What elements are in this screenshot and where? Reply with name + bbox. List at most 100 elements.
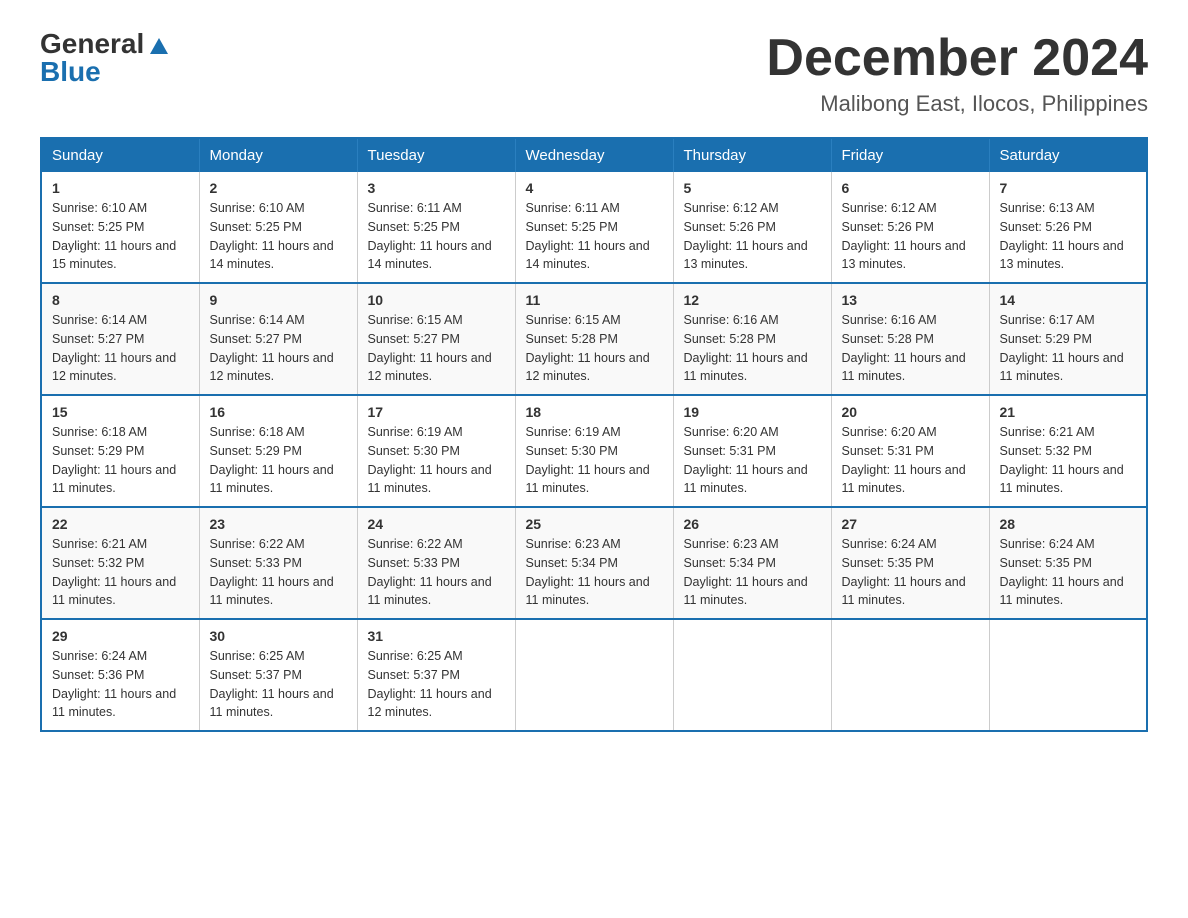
header-thursday: Thursday xyxy=(673,138,831,172)
day-number: 19 xyxy=(684,404,821,420)
day-info: Sunrise: 6:19 AMSunset: 5:30 PMDaylight:… xyxy=(368,425,492,495)
day-number: 30 xyxy=(210,628,347,644)
header-friday: Friday xyxy=(831,138,989,172)
day-info: Sunrise: 6:21 AMSunset: 5:32 PMDaylight:… xyxy=(1000,425,1124,495)
calendar-week-row: 22 Sunrise: 6:21 AMSunset: 5:32 PMDaylig… xyxy=(41,507,1147,619)
logo: General Blue xyxy=(40,30,168,86)
day-info: Sunrise: 6:12 AMSunset: 5:26 PMDaylight:… xyxy=(842,201,966,271)
header-monday: Monday xyxy=(199,138,357,172)
day-number: 23 xyxy=(210,516,347,532)
calendar-cell: 20 Sunrise: 6:20 AMSunset: 5:31 PMDaylig… xyxy=(831,395,989,507)
calendar-cell: 17 Sunrise: 6:19 AMSunset: 5:30 PMDaylig… xyxy=(357,395,515,507)
calendar-cell xyxy=(515,619,673,731)
calendar-cell: 21 Sunrise: 6:21 AMSunset: 5:32 PMDaylig… xyxy=(989,395,1147,507)
day-number: 21 xyxy=(1000,404,1137,420)
day-info: Sunrise: 6:24 AMSunset: 5:36 PMDaylight:… xyxy=(52,649,176,719)
day-number: 17 xyxy=(368,404,505,420)
day-number: 7 xyxy=(1000,180,1137,196)
header-wednesday: Wednesday xyxy=(515,138,673,172)
day-info: Sunrise: 6:24 AMSunset: 5:35 PMDaylight:… xyxy=(842,537,966,607)
calendar-cell: 26 Sunrise: 6:23 AMSunset: 5:34 PMDaylig… xyxy=(673,507,831,619)
calendar-cell: 31 Sunrise: 6:25 AMSunset: 5:37 PMDaylig… xyxy=(357,619,515,731)
day-info: Sunrise: 6:22 AMSunset: 5:33 PMDaylight:… xyxy=(210,537,334,607)
calendar-cell: 29 Sunrise: 6:24 AMSunset: 5:36 PMDaylig… xyxy=(41,619,199,731)
day-number: 6 xyxy=(842,180,979,196)
day-info: Sunrise: 6:17 AMSunset: 5:29 PMDaylight:… xyxy=(1000,313,1124,383)
calendar-cell: 22 Sunrise: 6:21 AMSunset: 5:32 PMDaylig… xyxy=(41,507,199,619)
calendar-cell: 8 Sunrise: 6:14 AMSunset: 5:27 PMDayligh… xyxy=(41,283,199,395)
calendar-cell: 13 Sunrise: 6:16 AMSunset: 5:28 PMDaylig… xyxy=(831,283,989,395)
day-info: Sunrise: 6:14 AMSunset: 5:27 PMDaylight:… xyxy=(210,313,334,383)
day-number: 31 xyxy=(368,628,505,644)
calendar-cell: 7 Sunrise: 6:13 AMSunset: 5:26 PMDayligh… xyxy=(989,172,1147,283)
day-number: 3 xyxy=(368,180,505,196)
day-info: Sunrise: 6:14 AMSunset: 5:27 PMDaylight:… xyxy=(52,313,176,383)
day-info: Sunrise: 6:18 AMSunset: 5:29 PMDaylight:… xyxy=(210,425,334,495)
calendar-cell: 14 Sunrise: 6:17 AMSunset: 5:29 PMDaylig… xyxy=(989,283,1147,395)
calendar-header-row: SundayMondayTuesdayWednesdayThursdayFrid… xyxy=(41,138,1147,172)
day-number: 18 xyxy=(526,404,663,420)
calendar-cell: 1 Sunrise: 6:10 AMSunset: 5:25 PMDayligh… xyxy=(41,172,199,283)
day-info: Sunrise: 6:15 AMSunset: 5:28 PMDaylight:… xyxy=(526,313,650,383)
calendar-cell: 28 Sunrise: 6:24 AMSunset: 5:35 PMDaylig… xyxy=(989,507,1147,619)
day-info: Sunrise: 6:20 AMSunset: 5:31 PMDaylight:… xyxy=(842,425,966,495)
day-info: Sunrise: 6:16 AMSunset: 5:28 PMDaylight:… xyxy=(842,313,966,383)
day-info: Sunrise: 6:16 AMSunset: 5:28 PMDaylight:… xyxy=(684,313,808,383)
calendar-cell xyxy=(673,619,831,731)
location-title: Malibong East, Ilocos, Philippines xyxy=(766,91,1148,117)
calendar-cell: 18 Sunrise: 6:19 AMSunset: 5:30 PMDaylig… xyxy=(515,395,673,507)
day-number: 2 xyxy=(210,180,347,196)
page-header: General Blue December 2024 Malibong East… xyxy=(40,30,1148,117)
calendar-week-row: 29 Sunrise: 6:24 AMSunset: 5:36 PMDaylig… xyxy=(41,619,1147,731)
day-number: 9 xyxy=(210,292,347,308)
calendar-cell: 6 Sunrise: 6:12 AMSunset: 5:26 PMDayligh… xyxy=(831,172,989,283)
day-info: Sunrise: 6:15 AMSunset: 5:27 PMDaylight:… xyxy=(368,313,492,383)
calendar-week-row: 1 Sunrise: 6:10 AMSunset: 5:25 PMDayligh… xyxy=(41,172,1147,283)
day-info: Sunrise: 6:10 AMSunset: 5:25 PMDaylight:… xyxy=(52,201,176,271)
calendar-cell: 5 Sunrise: 6:12 AMSunset: 5:26 PMDayligh… xyxy=(673,172,831,283)
day-info: Sunrise: 6:13 AMSunset: 5:26 PMDaylight:… xyxy=(1000,201,1124,271)
calendar-cell: 3 Sunrise: 6:11 AMSunset: 5:25 PMDayligh… xyxy=(357,172,515,283)
calendar-cell xyxy=(831,619,989,731)
calendar-cell: 15 Sunrise: 6:18 AMSunset: 5:29 PMDaylig… xyxy=(41,395,199,507)
day-info: Sunrise: 6:19 AMSunset: 5:30 PMDaylight:… xyxy=(526,425,650,495)
day-info: Sunrise: 6:25 AMSunset: 5:37 PMDaylight:… xyxy=(210,649,334,719)
day-info: Sunrise: 6:18 AMSunset: 5:29 PMDaylight:… xyxy=(52,425,176,495)
day-number: 29 xyxy=(52,628,189,644)
calendar-cell: 19 Sunrise: 6:20 AMSunset: 5:31 PMDaylig… xyxy=(673,395,831,507)
logo-general-text: General xyxy=(40,30,144,58)
calendar-cell: 30 Sunrise: 6:25 AMSunset: 5:37 PMDaylig… xyxy=(199,619,357,731)
day-number: 11 xyxy=(526,292,663,308)
day-number: 13 xyxy=(842,292,979,308)
calendar-week-row: 15 Sunrise: 6:18 AMSunset: 5:29 PMDaylig… xyxy=(41,395,1147,507)
day-number: 26 xyxy=(684,516,821,532)
day-info: Sunrise: 6:12 AMSunset: 5:26 PMDaylight:… xyxy=(684,201,808,271)
title-section: December 2024 Malibong East, Ilocos, Phi… xyxy=(766,30,1148,117)
day-info: Sunrise: 6:21 AMSunset: 5:32 PMDaylight:… xyxy=(52,537,176,607)
header-saturday: Saturday xyxy=(989,138,1147,172)
calendar-cell xyxy=(989,619,1147,731)
calendar-week-row: 8 Sunrise: 6:14 AMSunset: 5:27 PMDayligh… xyxy=(41,283,1147,395)
calendar-cell: 24 Sunrise: 6:22 AMSunset: 5:33 PMDaylig… xyxy=(357,507,515,619)
day-number: 15 xyxy=(52,404,189,420)
day-number: 25 xyxy=(526,516,663,532)
day-number: 4 xyxy=(526,180,663,196)
calendar-cell: 11 Sunrise: 6:15 AMSunset: 5:28 PMDaylig… xyxy=(515,283,673,395)
calendar-cell: 27 Sunrise: 6:24 AMSunset: 5:35 PMDaylig… xyxy=(831,507,989,619)
header-sunday: Sunday xyxy=(41,138,199,172)
calendar-cell: 4 Sunrise: 6:11 AMSunset: 5:25 PMDayligh… xyxy=(515,172,673,283)
day-number: 10 xyxy=(368,292,505,308)
day-number: 16 xyxy=(210,404,347,420)
day-number: 20 xyxy=(842,404,979,420)
day-info: Sunrise: 6:11 AMSunset: 5:25 PMDaylight:… xyxy=(368,201,492,271)
header-tuesday: Tuesday xyxy=(357,138,515,172)
calendar-cell: 25 Sunrise: 6:23 AMSunset: 5:34 PMDaylig… xyxy=(515,507,673,619)
calendar-cell: 9 Sunrise: 6:14 AMSunset: 5:27 PMDayligh… xyxy=(199,283,357,395)
day-number: 22 xyxy=(52,516,189,532)
calendar-cell: 23 Sunrise: 6:22 AMSunset: 5:33 PMDaylig… xyxy=(199,507,357,619)
day-number: 14 xyxy=(1000,292,1137,308)
calendar-cell: 2 Sunrise: 6:10 AMSunset: 5:25 PMDayligh… xyxy=(199,172,357,283)
day-info: Sunrise: 6:10 AMSunset: 5:25 PMDaylight:… xyxy=(210,201,334,271)
day-number: 12 xyxy=(684,292,821,308)
day-number: 28 xyxy=(1000,516,1137,532)
